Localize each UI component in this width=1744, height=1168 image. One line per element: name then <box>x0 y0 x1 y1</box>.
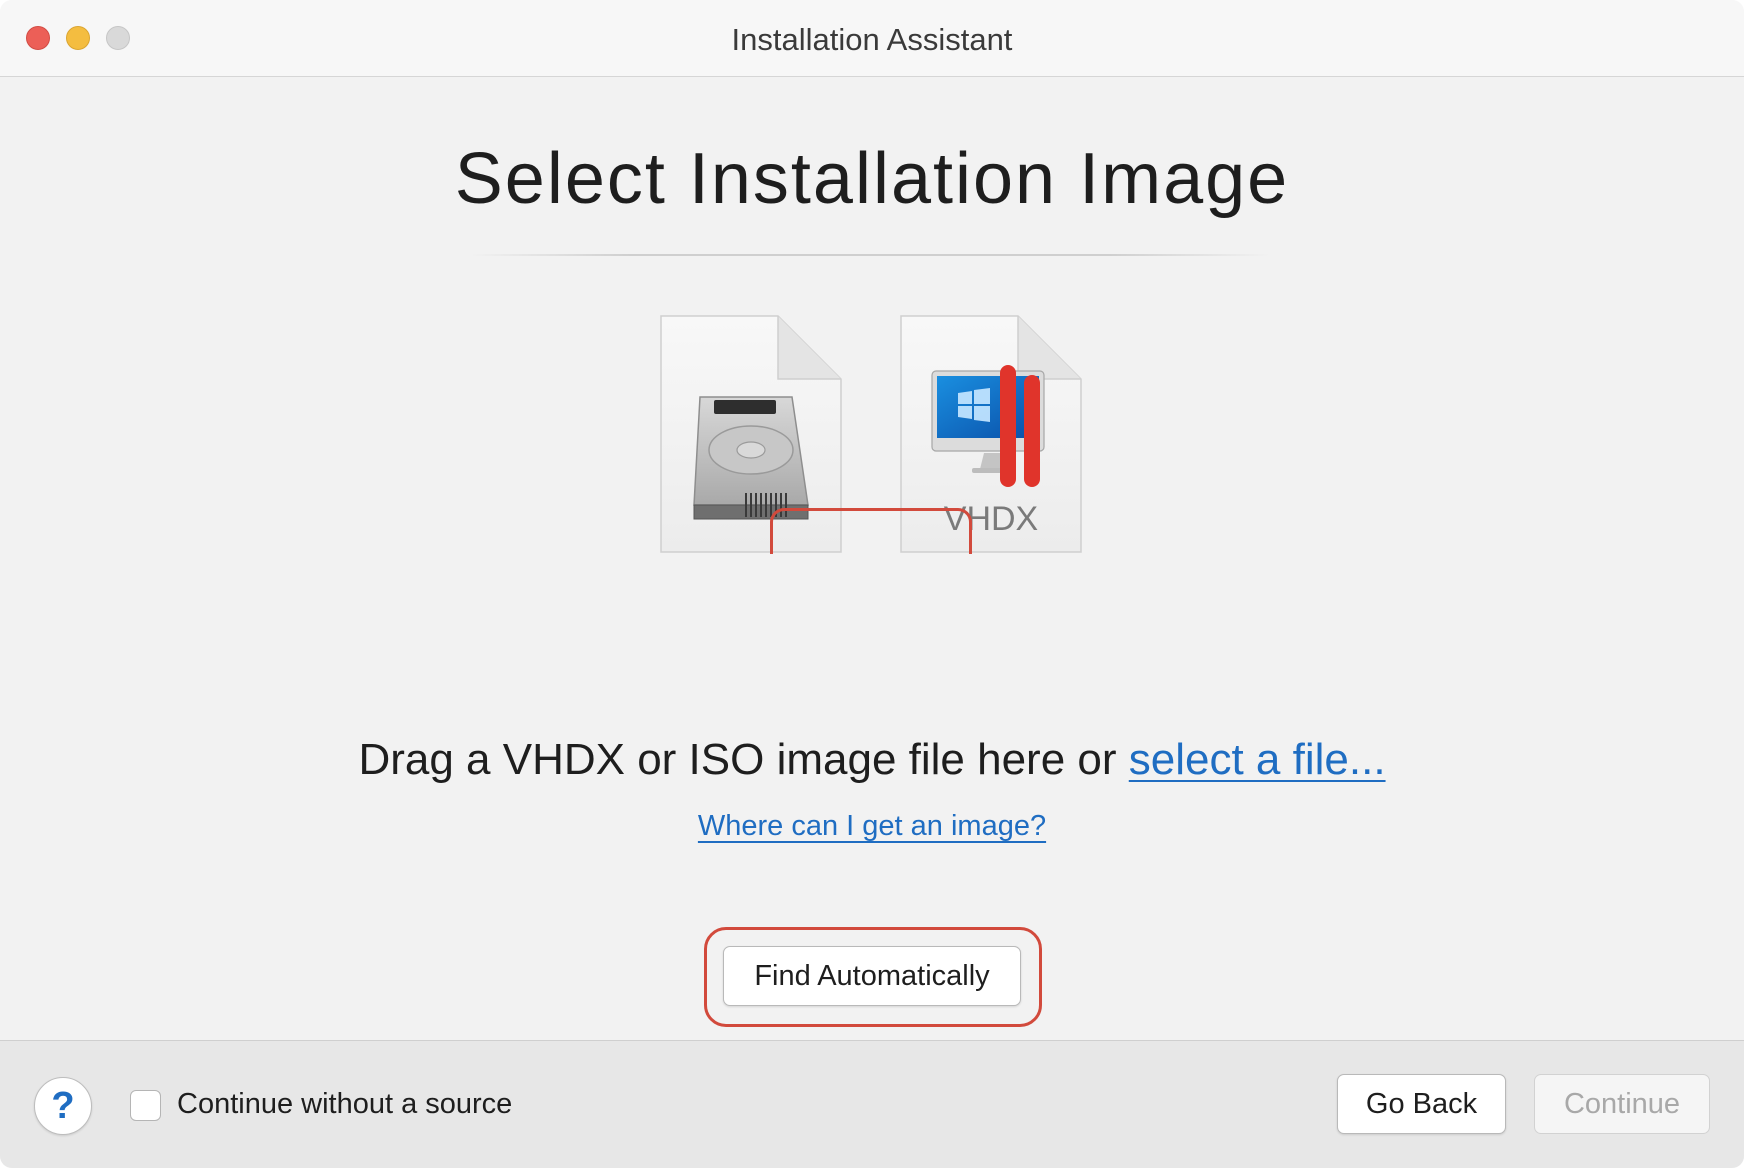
where-can-i-get-image-link[interactable]: Where can I get an image? <box>698 810 1046 842</box>
find-automatically-button[interactable]: Find Automatically <box>723 946 1021 1006</box>
title-bar: Installation Assistant <box>0 0 1744 77</box>
footer-bar: ? Continue without a source Go Back Cont… <box>0 1040 1744 1168</box>
continue-without-source-label[interactable]: Continue without a source <box>177 1088 512 1121</box>
installation-assistant-window: Installation Assistant Select Installati… <box>0 0 1744 1168</box>
select-file-link[interactable]: select a file... <box>1129 735 1386 784</box>
continue-without-source-checkbox[interactable] <box>130 1090 161 1121</box>
heading-divider <box>470 254 1270 256</box>
continue-button: Continue <box>1534 1074 1710 1134</box>
where-link-row: Where can I get an image? <box>0 810 1744 843</box>
drag-instruction: Drag a VHDX or ISO image file here or se… <box>0 735 1744 785</box>
question-mark-icon: ? <box>51 1084 75 1127</box>
help-button[interactable]: ? <box>34 1077 92 1135</box>
annotation-bracket <box>770 508 972 554</box>
page-title: Select Installation Image <box>454 139 1290 219</box>
window-title: Installation Assistant <box>731 22 1013 57</box>
go-back-button[interactable]: Go Back <box>1337 1074 1506 1134</box>
drag-instruction-text: Drag a VHDX or ISO image file here or <box>358 735 1129 784</box>
